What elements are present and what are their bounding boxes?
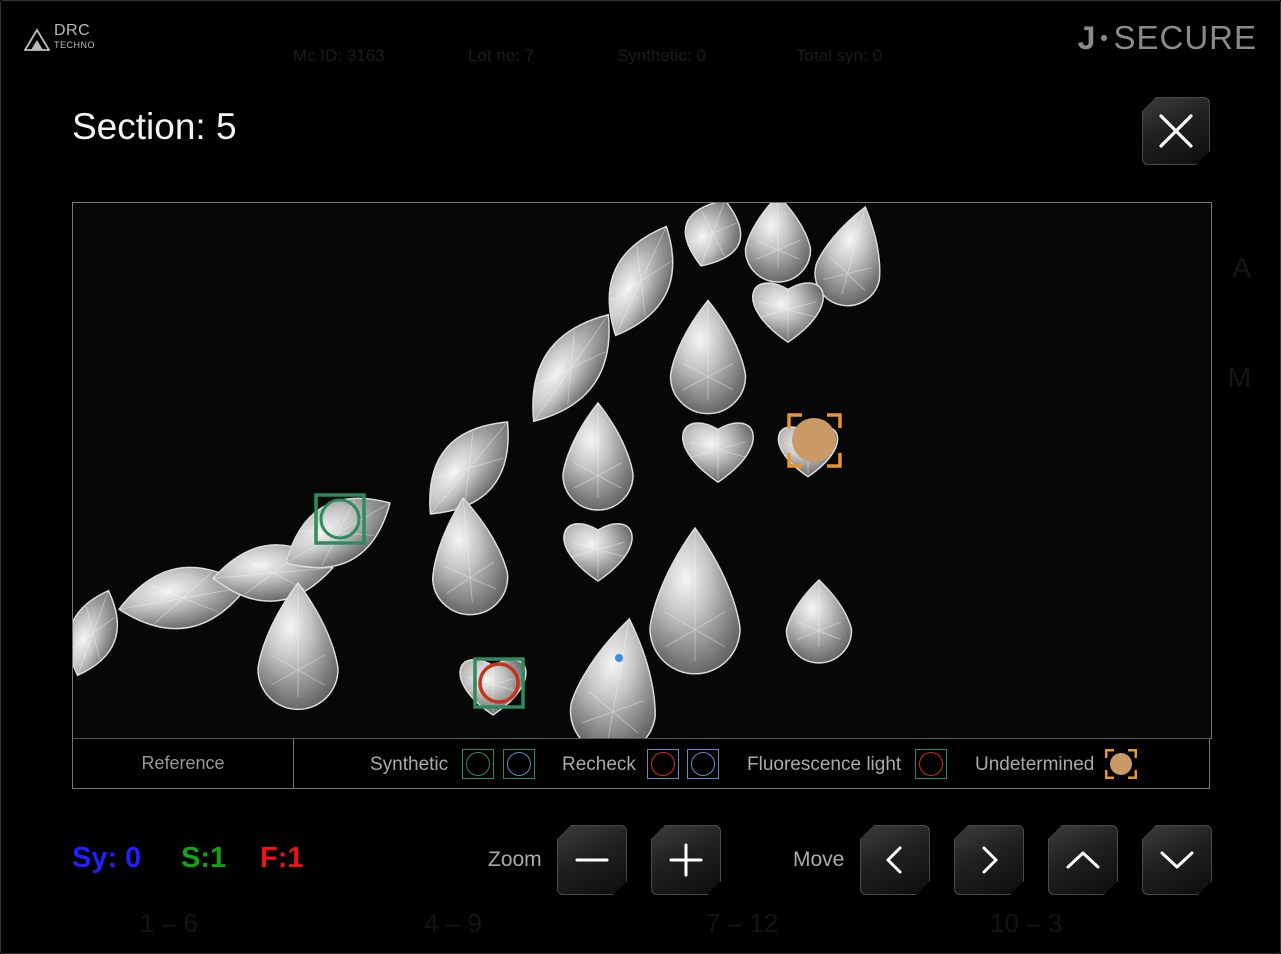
drc-logo-icon (24, 28, 50, 51)
zoom-label: Zoom (488, 848, 542, 871)
close-button[interactable] (1142, 97, 1210, 165)
f-count: F:1 (260, 842, 304, 874)
background-range-bar: 1 – 6 4 – 9 7 – 12 10 – 3 (0, 908, 1281, 944)
synthetic-green-icon (462, 749, 494, 779)
pear-diamond (744, 203, 812, 283)
undetermined-icon (1105, 749, 1137, 779)
pear-diamond (669, 299, 747, 415)
pear-diamond (649, 526, 741, 675)
heart-diamond (682, 422, 754, 484)
plus-icon (668, 842, 704, 878)
legend-undetermined-label: Undetermined (975, 754, 1095, 775)
background-range: 1 – 6 (140, 908, 198, 938)
section-image-viewer[interactable] (72, 202, 1212, 739)
section-title: Section: 5 (72, 106, 237, 147)
s-count: S:1 (181, 842, 227, 874)
brand-secure: SECURE (1113, 19, 1257, 56)
marquise-diamond (684, 203, 742, 267)
background-machine-id: Mc ID: 3163 (293, 46, 385, 65)
background-range: 4 – 9 (424, 908, 482, 938)
background-total-syn: Total syn: 0 (796, 46, 882, 65)
jewelry-image (73, 203, 881, 738)
j-secure-brand: J SECURE (1078, 18, 1257, 58)
legend-bar: Reference Synthetic Recheck Fluorescence… (72, 738, 1210, 789)
heart-diamond (563, 523, 633, 582)
heart-diamond (752, 282, 824, 344)
fluorescence-icon (915, 749, 947, 779)
minus-icon (574, 842, 610, 878)
move-up-button[interactable] (1048, 825, 1118, 895)
marquise-diamond (73, 589, 118, 677)
chevron-left-icon (879, 844, 911, 876)
pear-diamond (785, 578, 853, 664)
zoom-in-button[interactable] (651, 825, 721, 895)
background-lot-no: Lot no: 7 (468, 46, 535, 65)
background-synthetic: Synthetic: 0 (617, 46, 706, 65)
chevron-right-icon (973, 844, 1005, 876)
brand-dot (1101, 35, 1108, 41)
background-range: 7 – 12 (706, 908, 779, 938)
legend-recheck-label: Recheck (562, 754, 636, 775)
move-label: Move (793, 848, 845, 871)
close-icon (1157, 112, 1195, 150)
background-side-letter: A (1232, 252, 1251, 283)
recheck-red-icon (647, 749, 679, 779)
brand-j: J (1077, 19, 1096, 56)
synthetic-blue-icon (503, 749, 535, 779)
reference-label: Reference (73, 739, 294, 788)
blue-speck (615, 654, 623, 662)
background-range: 10 – 3 (990, 908, 1063, 938)
move-right-button[interactable] (954, 825, 1024, 895)
synthetic-count: Sy: 0 (72, 842, 142, 874)
move-down-button[interactable] (1142, 825, 1212, 895)
logo-text-drc: DRC (54, 22, 91, 39)
background-side-letter: M (1227, 362, 1251, 393)
logo-text-techno: TECHNO (54, 40, 95, 50)
zoom-out-button[interactable] (557, 825, 627, 895)
move-left-button[interactable] (860, 825, 930, 895)
pear-diamond (562, 401, 634, 511)
pear-diamond (257, 581, 339, 711)
legend-fluorescence-label: Fluorescence light (747, 754, 902, 775)
chevron-down-icon (1159, 844, 1195, 876)
recheck-blue-icon (687, 749, 719, 779)
legend-synthetic-label: Synthetic (370, 754, 449, 775)
chevron-up-icon (1065, 844, 1101, 876)
